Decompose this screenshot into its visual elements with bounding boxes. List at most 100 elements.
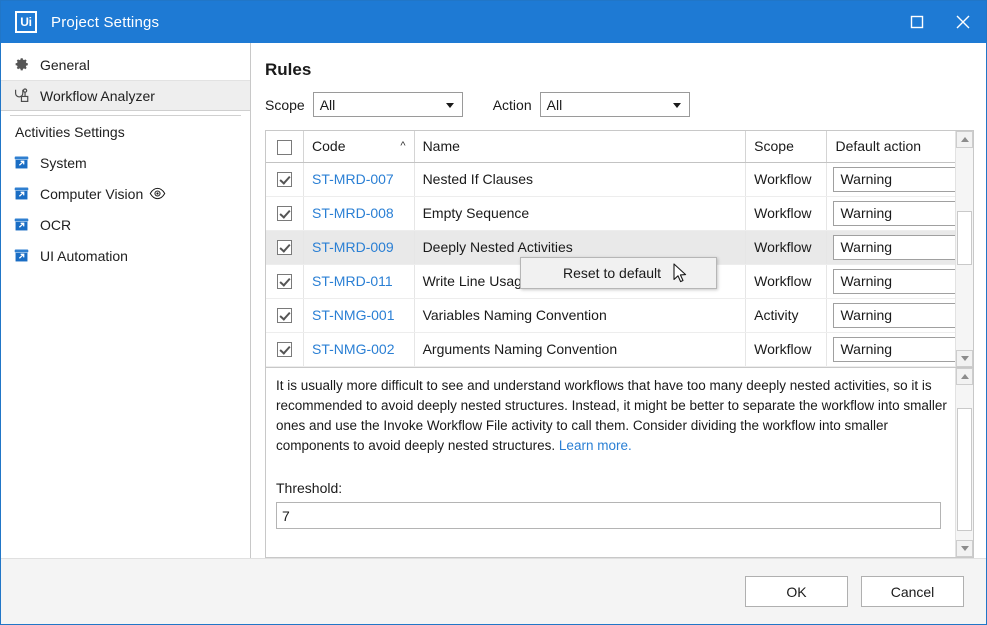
row-action-value: Warning bbox=[834, 341, 892, 357]
column-header-default-action[interactable]: Default action bbox=[827, 131, 973, 162]
column-header-code-label: Code bbox=[312, 138, 345, 154]
row-code-cell: ST-MRD-007 bbox=[304, 162, 415, 196]
scrollbar-thumb[interactable] bbox=[957, 211, 972, 265]
row-action-select[interactable]: Warning bbox=[833, 303, 969, 328]
scroll-up-button[interactable] bbox=[956, 368, 973, 385]
row-code[interactable]: ST-MRD-008 bbox=[312, 205, 394, 221]
project-settings-window: Ui Project Settings bbox=[0, 0, 987, 625]
package-icon bbox=[10, 153, 32, 173]
row-select-cell[interactable] bbox=[266, 196, 304, 230]
column-header-name[interactable]: Name bbox=[414, 131, 746, 162]
row-action-select[interactable]: Warning bbox=[833, 201, 969, 226]
scroll-up-button[interactable] bbox=[956, 131, 973, 148]
row-select-cell[interactable] bbox=[266, 230, 304, 264]
row-checkbox[interactable] bbox=[277, 274, 292, 289]
row-code[interactable]: ST-MRD-009 bbox=[312, 239, 394, 255]
sidebar-item-ui-automation-label: UI Automation bbox=[40, 248, 128, 264]
table-row[interactable]: ST-MRD-008 Empty Sequence Workflow Warni… bbox=[266, 196, 973, 230]
row-action-cell: Warning bbox=[827, 264, 973, 298]
table-row[interactable]: ST-MRD-007 Nested If Clauses Workflow Wa… bbox=[266, 162, 973, 196]
table-row[interactable]: ST-NMG-001 Variables Naming Convention A… bbox=[266, 298, 973, 332]
sidebar-item-computer-vision-label: Computer Vision bbox=[40, 186, 143, 202]
maximize-button[interactable] bbox=[894, 1, 940, 43]
select-all-checkbox[interactable] bbox=[277, 140, 292, 155]
row-name-cell: Variables Naming Convention bbox=[414, 298, 746, 332]
rules-table-scrollbar[interactable] bbox=[955, 131, 973, 367]
rule-detail-scrollbar[interactable] bbox=[955, 368, 973, 557]
rules-table: Code ^ Name Scope Default action bbox=[266, 131, 973, 368]
scope-filter-select[interactable]: All bbox=[313, 92, 463, 117]
scrollbar-thumb[interactable] bbox=[957, 408, 972, 531]
row-action-select[interactable]: Warning bbox=[833, 235, 969, 260]
table-row[interactable]: ST-NMG-002 Arguments Naming Convention W… bbox=[266, 332, 973, 366]
row-name-cell: Arguments Naming Convention bbox=[414, 332, 746, 366]
rule-detail-content: It is usually more difficult to see and … bbox=[266, 368, 973, 529]
caret-down-icon bbox=[961, 356, 969, 361]
window-body: General Workflow Analyzer Activities Set… bbox=[1, 43, 986, 558]
sidebar-item-workflow-analyzer[interactable]: Workflow Analyzer bbox=[1, 80, 250, 111]
ok-button[interactable]: OK bbox=[745, 576, 848, 607]
row-action-cell: Warning bbox=[827, 162, 973, 196]
row-action-select[interactable]: Warning bbox=[833, 337, 969, 362]
row-scope-cell: Workflow bbox=[746, 162, 827, 196]
row-scope-cell: Workflow bbox=[746, 264, 827, 298]
window-controls bbox=[894, 1, 986, 43]
row-action-value: Warning bbox=[834, 171, 892, 187]
cancel-button[interactable]: Cancel bbox=[861, 576, 964, 607]
scroll-down-button[interactable] bbox=[956, 540, 973, 557]
sidebar-item-computer-vision[interactable]: Computer Vision bbox=[1, 178, 250, 209]
sidebar-item-system[interactable]: System bbox=[1, 147, 250, 178]
sidebar-item-ocr[interactable]: OCR bbox=[1, 209, 250, 240]
row-code[interactable]: ST-MRD-007 bbox=[312, 171, 394, 187]
page-title: Rules bbox=[265, 60, 974, 80]
package-icon bbox=[10, 184, 32, 204]
select-all-header[interactable] bbox=[266, 131, 304, 162]
row-select-cell[interactable] bbox=[266, 264, 304, 298]
row-checkbox[interactable] bbox=[277, 206, 292, 221]
row-action-cell: Warning bbox=[827, 332, 973, 366]
row-checkbox[interactable] bbox=[277, 342, 292, 357]
row-code[interactable]: ST-NMG-001 bbox=[312, 307, 394, 323]
scope-filter-value: All bbox=[314, 97, 336, 113]
sidebar-item-ui-automation[interactable]: UI Automation bbox=[1, 240, 250, 271]
row-checkbox[interactable] bbox=[277, 308, 292, 323]
sidebar-item-system-label: System bbox=[40, 155, 87, 171]
sidebar-section-activities-settings: Activities Settings bbox=[1, 116, 250, 147]
row-select-cell[interactable] bbox=[266, 298, 304, 332]
sidebar-item-workflow-analyzer-label: Workflow Analyzer bbox=[40, 88, 155, 104]
learn-more-link[interactable]: Learn more. bbox=[559, 438, 632, 453]
rule-detail-panel: It is usually more difficult to see and … bbox=[265, 368, 974, 558]
close-button[interactable] bbox=[940, 1, 986, 43]
row-code[interactable]: ST-NMG-002 bbox=[312, 341, 394, 357]
row-code-cell: ST-MRD-009 bbox=[304, 230, 415, 264]
row-select-cell[interactable] bbox=[266, 332, 304, 366]
threshold-input[interactable] bbox=[276, 502, 941, 529]
column-header-code[interactable]: Code ^ bbox=[304, 131, 415, 162]
row-action-select[interactable]: Warning bbox=[833, 269, 969, 294]
row-name-cell: Nested If Clauses bbox=[414, 162, 746, 196]
row-action-value: Warning bbox=[834, 273, 892, 289]
row-action-cell: Warning bbox=[827, 196, 973, 230]
row-scope-cell: Workflow bbox=[746, 332, 827, 366]
row-select-cell[interactable] bbox=[266, 162, 304, 196]
action-filter-select[interactable]: All bbox=[540, 92, 690, 117]
caret-up-icon bbox=[961, 374, 969, 379]
settings-sidebar: General Workflow Analyzer Activities Set… bbox=[1, 43, 251, 558]
row-checkbox[interactable] bbox=[277, 172, 292, 187]
caret-down-icon bbox=[961, 546, 969, 551]
chevron-down-icon bbox=[446, 103, 454, 108]
column-header-scope[interactable]: Scope bbox=[746, 131, 827, 162]
context-menu: Reset to default bbox=[520, 257, 717, 289]
sidebar-item-general[interactable]: General bbox=[1, 49, 250, 80]
dialog-footer: OK Cancel bbox=[1, 558, 986, 624]
row-checkbox[interactable] bbox=[277, 240, 292, 255]
row-code[interactable]: ST-MRD-011 bbox=[312, 273, 393, 289]
row-action-cell: Warning bbox=[827, 230, 973, 264]
context-menu-item-reset-to-default[interactable]: Reset to default bbox=[521, 258, 716, 288]
row-action-select[interactable]: Warning bbox=[833, 167, 969, 192]
scroll-down-button[interactable] bbox=[956, 350, 973, 367]
package-icon bbox=[10, 246, 32, 266]
row-scope-cell: Workflow bbox=[746, 230, 827, 264]
workflow-analyzer-icon bbox=[10, 86, 32, 106]
sidebar-item-ocr-label: OCR bbox=[40, 217, 71, 233]
